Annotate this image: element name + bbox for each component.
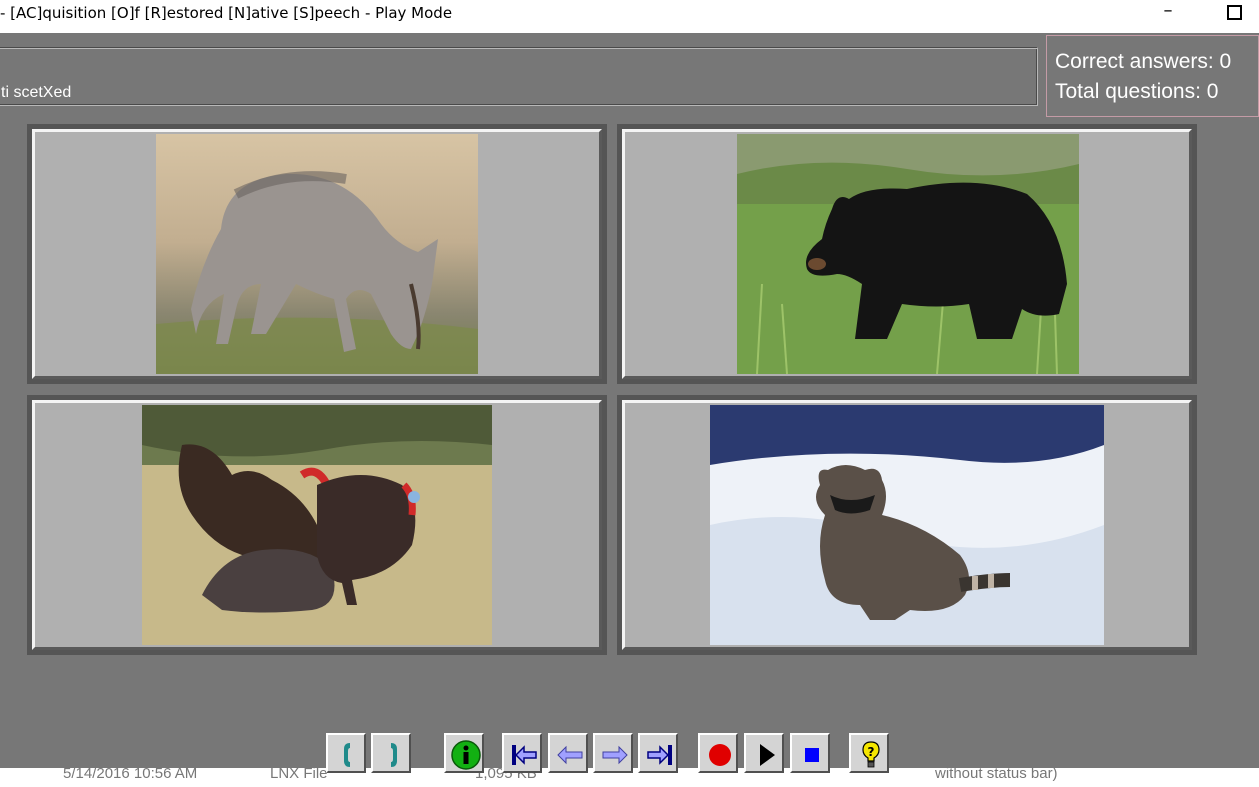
record-button[interactable] [698,733,738,773]
status-type: LNX File [270,768,328,782]
picture-tile-turkeys[interactable] [27,395,607,655]
help-icon: ? [862,741,880,768]
picture-tile-black-bear[interactable] [617,124,1197,384]
total-questions-label: Total questions: 0 [1055,80,1219,103]
phone-down-button[interactable] [371,733,411,773]
phone-down-icon [391,743,397,767]
next-icon [602,745,628,765]
info-button[interactable] [444,733,484,773]
phone-up-button[interactable] [326,733,366,773]
raccoon-image [710,405,1104,645]
status-date: 5/14/2016 10:56 AM [63,768,198,782]
score-panel: Correct answers: 0 Total questions: 0 [1046,35,1259,117]
maximize-button[interactable] [1221,3,1247,25]
info-icon [451,740,481,770]
maximize-icon [1227,5,1242,20]
first-icon [512,745,537,765]
help-button[interactable]: ? [849,733,889,773]
stop-icon [805,748,819,762]
last-icon [647,745,672,765]
picture-tile-raccoon[interactable] [617,395,1197,655]
picture-tile-coyote[interactable] [27,124,607,384]
previous-icon [557,745,583,765]
prompt-text: ti scetXed [1,84,72,101]
first-button[interactable] [502,733,542,773]
coyote-image [156,134,478,374]
minimize-button[interactable]: – [1155,2,1181,24]
prompt-panel: ti scetXed [0,47,1038,106]
window-title: - [AC]quisition [O]f [R]estored [N]ative… [0,4,453,22]
minimize-icon: – [1163,0,1173,21]
status-note: without status bar) [935,768,1058,782]
play-icon [760,744,775,766]
phone-up-icon [344,743,350,767]
black-bear-image [737,134,1079,374]
svg-text:?: ? [868,745,875,759]
turkeys-image [142,405,492,645]
previous-button[interactable] [548,733,588,773]
stop-button[interactable] [790,733,830,773]
last-button[interactable] [638,733,678,773]
title-bar: - [AC]quisition [O]f [R]estored [N]ative… [0,0,1259,33]
record-icon [709,744,731,766]
correct-answers-label: Correct answers: 0 [1055,50,1232,73]
next-button[interactable] [593,733,633,773]
play-button[interactable] [744,733,784,773]
